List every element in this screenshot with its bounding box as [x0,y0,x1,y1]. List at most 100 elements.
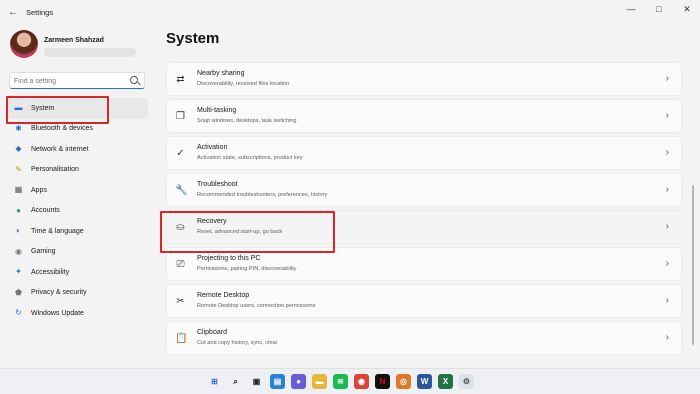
avatar [10,30,38,58]
back-arrow-icon[interactable]: ← [8,7,18,18]
start-icon[interactable]: ⊞ [207,374,222,389]
setting-title: Clipboard [197,329,227,336]
settings-list: ⇄ Nearby sharing Discoverability, received… [166,62,682,358]
sidebar-item-privacy-and-security[interactable]: ⬟ Privacy & security [6,283,148,304]
sidebar-item-system[interactable]: ▬ System [6,98,148,119]
sidebar-item-accounts[interactable]: ● Accounts [6,201,148,222]
person-icon: ● [16,205,21,215]
profile-name: Zarmeen Shahzad [44,37,104,44]
globe-icon: ◐ [16,226,21,236]
update-icon: ↻ [15,308,22,318]
setting-activation[interactable]: ✓ Activation Activation state, subscriptio… [166,136,682,170]
minimize-button[interactable]: — [626,4,636,15]
apps-icon: ▦ [14,185,23,195]
sidebar-item-personalisation[interactable]: ✎ Personalisation [6,160,148,181]
page-title: System [166,30,220,47]
sidebar-item-label: Network & internet [31,145,89,153]
sidebar-item-label: Bluetooth & devices [31,125,93,133]
chevron-right-icon: › [665,110,669,121]
widgets-icon[interactable]: ▤ [270,374,285,389]
photos-icon[interactable]: ◎ [396,374,411,389]
taskbar-icons: ⊞ ⌕ ▣ ▤ ● ▬ ≋ ◉ N ◎ W X ⚙ [207,374,474,389]
sidebar-item-label: Accounts [31,207,60,215]
user-profile[interactable]: Zarmeen Shahzad [10,30,150,66]
sidebar-item-label: Apps [31,186,47,194]
sidebar-item-label: System [31,104,55,112]
sidebar-item-gaming[interactable]: ◉ Gaming [6,242,148,263]
clipboard-icon: 📋 [175,333,188,344]
chrome-icon[interactable]: ◉ [354,374,369,389]
sidebar-nav: ▬ System ✱ Bluetooth & devices ◆ Network & in… [6,98,148,324]
setting-nearby-sharing[interactable]: ⇄ Nearby sharing Discoverability, received… [166,62,682,96]
chevron-right-icon: › [665,295,669,306]
excel-icon[interactable]: X [438,374,453,389]
sidebar-item-label: Accessibility [31,268,70,276]
word-icon[interactable]: W [417,374,432,389]
settings-taskbar-icon[interactable]: ⚙ [459,374,474,389]
taskbar: ⊞ ⌕ ▣ ▤ ● ▬ ≋ ◉ N ◎ W X ⚙ [0,368,700,394]
sidebar-item-label: Privacy & security [31,289,87,297]
sidebar: Zarmeen Shahzad ▬ System ✱ Bluetooth & devi… [0,26,152,368]
sidebar-item-accessibility[interactable]: ✦ Accessibility [6,262,148,283]
file-explorer-icon[interactable]: ▬ [312,374,327,389]
spotify-icon[interactable]: ≋ [333,374,348,389]
search-box[interactable] [9,72,145,89]
sidebar-item-apps[interactable]: ▦ Apps [6,180,148,201]
sidebar-item-label: Personalisation [31,166,79,174]
wifi-icon: ◆ [15,144,22,154]
search-input[interactable] [14,75,124,87]
taskbar-search-icon[interactable]: ⌕ [228,374,243,389]
shield-icon: ⬟ [15,287,22,297]
profile-email-redacted [44,48,136,57]
brush-icon: ✎ [15,164,22,174]
setting-title: Troubleshoot [197,181,238,188]
title-bar: ← Settings — □ ✕ [0,0,700,26]
setting-title: Multi-tasking [197,107,237,114]
setting-title: Nearby sharing [197,70,245,77]
chevron-right-icon: › [665,332,669,343]
setting-subtitle: Remote Desktop users, connection permiss… [197,303,316,309]
close-button[interactable]: ✕ [682,4,692,15]
search-icon[interactable] [130,76,138,84]
setting-subtitle: Reset, advanced start-up, go back [197,229,283,235]
setting-subtitle: Recommended troubleshooters, preferences… [197,192,328,198]
remote-icon: ✂ [176,296,185,307]
multitask-icon: ❐ [176,111,185,122]
sidebar-item-label: Gaming [31,248,56,256]
setting-title: Projecting to this PC [197,255,261,262]
setting-troubleshoot[interactable]: 🔧 Troubleshoot Recommended troubleshooters… [166,173,682,207]
sidebar-item-time-and-language[interactable]: ◐ Time & language [6,221,148,242]
accessibility-icon: ✦ [15,267,22,277]
setting-projecting-to-this-pc[interactable]: ⎚ Projecting to this PC Permissions, pairi… [166,247,682,281]
setting-multi-tasking[interactable]: ❐ Multi-tasking Snap windows, desktops, ta… [166,99,682,133]
wrench-icon: 🔧 [175,185,188,196]
maximize-button[interactable]: □ [654,4,664,15]
netflix-icon[interactable]: N [375,374,390,389]
check-circle-icon: ✓ [176,148,185,159]
setting-subtitle: Snap windows, desktops, task switching [197,118,297,124]
sidebar-item-windows-update[interactable]: ↻ Windows Update [6,303,148,324]
setting-title: Remote Desktop [197,292,250,299]
setting-subtitle: Discoverability, received files location [197,81,290,87]
monitor-icon: ▬ [14,103,23,113]
chevron-right-icon: › [665,184,669,195]
setting-remote-desktop[interactable]: ✂ Remote Desktop Remote Desktop users, con… [166,284,682,318]
sidebar-item-network-and-internet[interactable]: ◆ Network & internet [6,139,148,160]
chat-icon[interactable]: ● [291,374,306,389]
chevron-right-icon: › [665,221,669,232]
system-tray [590,374,690,390]
setting-recovery[interactable]: ⛀ Recovery Reset, advanced start-up, go ba… [166,210,682,244]
recovery-icon: ⛀ [176,222,185,233]
chevron-right-icon: › [665,73,669,84]
setting-clipboard[interactable]: 📋 Clipboard Cut and copy history, sync, cl… [166,321,682,355]
setting-subtitle: Cut and copy history, sync, clear [197,340,278,346]
task-view-icon[interactable]: ▣ [249,374,264,389]
bluetooth-icon: ✱ [15,123,22,133]
setting-subtitle: Activation state, subscriptions, product… [197,155,303,161]
projector-icon: ⎚ [176,259,185,270]
sidebar-item-label: Windows Update [31,309,84,317]
setting-subtitle: Permissions, pairing PIN, discoverabilit… [197,266,297,272]
sidebar-item-bluetooth-and-devices[interactable]: ✱ Bluetooth & devices [6,119,148,140]
setting-title: Recovery [197,218,227,225]
scrollbar[interactable] [692,185,694,345]
